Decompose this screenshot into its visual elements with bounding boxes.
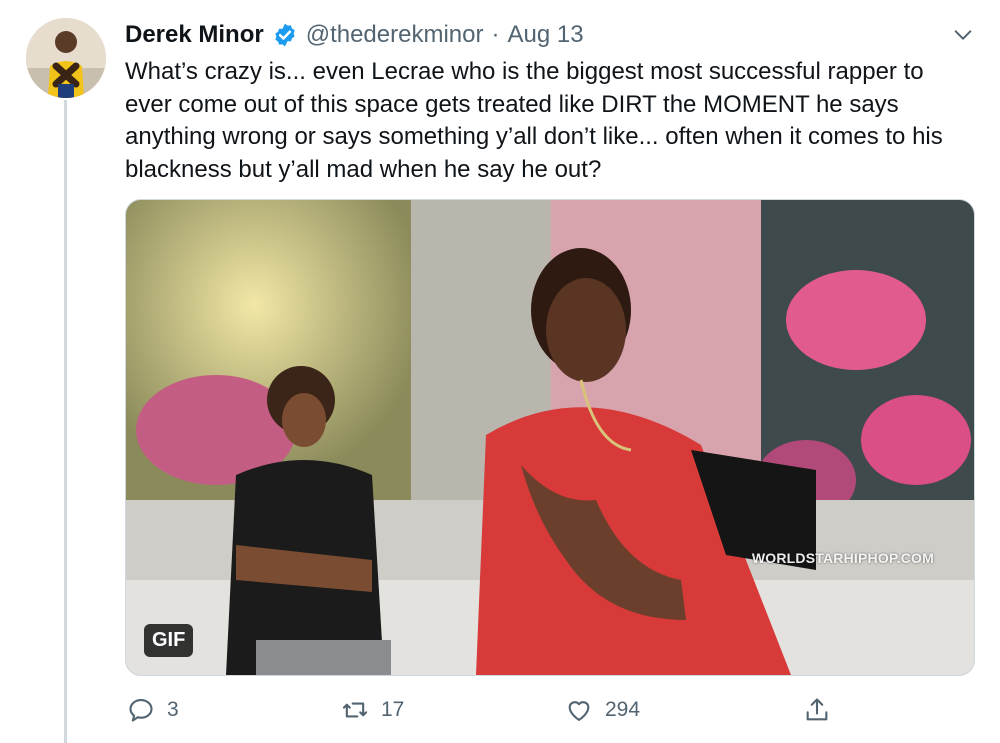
share-button[interactable] <box>803 690 831 730</box>
tweet-text: What’s crazy is... even Lecrae who is th… <box>125 58 943 183</box>
author-name[interactable]: Derek Minor <box>125 21 264 49</box>
header-separator: · <box>491 21 500 48</box>
tweet-media-gif[interactable]: GIF WORLDSTARHIPHOP.COM <box>125 199 975 676</box>
avatar[interactable] <box>26 18 106 98</box>
reply-icon <box>129 699 153 722</box>
chevron-down-icon[interactable] <box>952 24 974 46</box>
reply-button[interactable]: 3 <box>127 690 179 730</box>
heart-icon <box>568 701 590 721</box>
tweet-date[interactable]: Aug 13 <box>507 21 583 49</box>
like-button[interactable]: 294 <box>565 690 640 730</box>
video-watermark: WORLDSTARHIPHOP.COM <box>751 550 934 566</box>
gif-frame-image <box>126 200 974 675</box>
retweet-count: 17 <box>381 698 405 721</box>
avatar-image <box>26 18 106 98</box>
like-count: 294 <box>605 698 641 721</box>
retweet-icon <box>342 702 368 718</box>
tweet-header: Derek Minor @thederekminor · Aug 13 <box>125 18 584 52</box>
tweet-actions: 3 17 294 <box>125 690 845 730</box>
share-icon <box>806 698 828 721</box>
reply-count: 3 <box>167 698 179 721</box>
gif-badge: GIF <box>144 624 194 657</box>
author-handle[interactable]: @thederekminor <box>306 21 484 49</box>
thread-connector-line <box>64 100 67 743</box>
verified-badge-icon <box>272 22 298 48</box>
retweet-button[interactable]: 17 <box>341 690 404 730</box>
